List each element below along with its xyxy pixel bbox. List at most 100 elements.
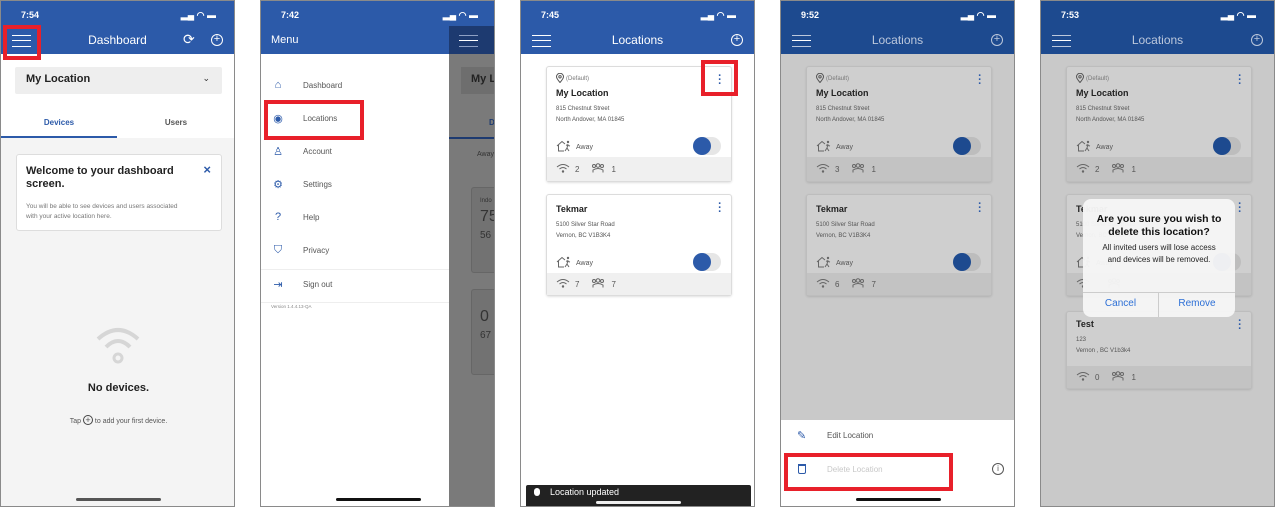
location-pin-icon: [1075, 72, 1085, 85]
away-label: Away: [1096, 143, 1113, 151]
wifi-icon: [1076, 163, 1090, 175]
menu-item-settings[interactable]: ⚙ Settings: [271, 174, 441, 194]
away-icon: [556, 256, 572, 270]
location-card[interactable]: · · · Test 123 Vernon , BC V1b3k4 0 1: [1066, 311, 1252, 389]
tile-temp: 75: [480, 208, 494, 225]
add-circle-icon[interactable]: +: [211, 34, 223, 46]
home-icon: ⌂: [274, 79, 282, 91]
toggle-knob: [693, 253, 711, 271]
add-circle-icon: +: [82, 415, 93, 425]
toggle-knob: [953, 137, 971, 155]
status-time: 7:54: [21, 10, 40, 20]
cancel-button[interactable]: Cancel: [1083, 292, 1159, 317]
address-line: 815 Chestnut Street: [556, 106, 610, 112]
menu-item-dashboard[interactable]: ⌂ Dashboard: [271, 75, 441, 95]
status-icons: ▂▄ ◠ ▬: [180, 10, 216, 20]
tab-users[interactable]: Users: [117, 111, 234, 138]
page-title: Locations: [611, 33, 664, 47]
card-footer: 21: [547, 157, 731, 181]
user-count: 7: [611, 279, 616, 289]
home-indicator: [336, 498, 421, 501]
menu-item-sign-out[interactable]: ⇥ Sign out: [271, 274, 441, 294]
close-icon[interactable]: ×: [203, 162, 211, 177]
menu-item-label: Sign out: [303, 279, 333, 289]
location-name: Tekmar: [556, 204, 588, 214]
edit-location-item[interactable]: ✎ Edit Location: [781, 426, 1014, 448]
location-card[interactable]: ··· Tekmar 5100 Silver Star Road Vernon, BC…: [806, 194, 992, 296]
away-mode: Away: [556, 140, 593, 154]
menu-item-label: Settings: [303, 179, 332, 189]
device-count: 2: [1095, 164, 1100, 174]
away-toggle[interactable]: [953, 253, 981, 271]
wifi-icon: [816, 278, 830, 290]
drawer-title: Menu: [271, 34, 299, 46]
info-icon[interactable]: i: [992, 463, 1004, 475]
location-card[interactable]: (Default) · · · My Location 815 Chestnut Stre…: [806, 66, 992, 182]
more-options-icon[interactable]: · · ·: [978, 199, 982, 218]
menu-item-label: Help: [303, 212, 320, 222]
location-select[interactable]: My Location ⌄: [15, 67, 222, 94]
status-time: 7:42: [281, 10, 300, 20]
more-options-icon[interactable]: · · ·: [1238, 71, 1242, 90]
screen-dashboard: 7:54 ▂▄ ◠ ▬ Dashboard ⟳ + My Location ⌄ D…: [0, 0, 235, 507]
menu-item-privacy[interactable]: ⛉ Privacy: [271, 240, 441, 260]
welcome-card: Welcome to your dashboard screen. × You …: [16, 154, 222, 231]
address-line: North Andover, MA 01845: [816, 117, 885, 123]
pencil-icon: ✎: [797, 430, 807, 442]
wifi-icon: [96, 328, 140, 364]
menu-item-account[interactable]: ♙ Account: [271, 141, 441, 161]
more-options-icon[interactable]: · · ·: [718, 199, 722, 218]
home-indicator: [76, 498, 161, 501]
away-mode: Away: [816, 256, 853, 270]
sign-out-icon: ⇥: [273, 278, 283, 291]
menu-item-label: Dashboard: [303, 80, 343, 90]
help-icon: ?: [274, 211, 282, 223]
away-label: Away: [836, 259, 853, 267]
dim-tab: D: [489, 118, 495, 127]
dim-location-select: My L: [461, 67, 494, 94]
away-toggle[interactable]: [693, 137, 721, 155]
more-options-icon[interactable]: · · ·: [1238, 316, 1242, 335]
card-footer: 01: [1067, 366, 1251, 388]
away-toggle[interactable]: [1213, 137, 1241, 155]
tab-label: Devices: [43, 118, 75, 127]
screen-menu: My L D Away Indo 75 56 0 67 7:42 ▂▄ ◠ ▬ M…: [260, 0, 495, 507]
drawer-header: Menu: [261, 26, 449, 54]
address-line: 5100 Silver Star Road: [556, 222, 615, 228]
user-count: 1: [871, 164, 876, 174]
location-card[interactable]: (Default) · · · My Location 815 Chestnut Stre…: [1066, 66, 1252, 182]
default-badge: (Default): [1075, 72, 1109, 85]
menu-item-help[interactable]: ? Help: [271, 207, 441, 227]
dim-tile: Indo 75 56: [471, 187, 494, 273]
add-location-icon[interactable]: +: [731, 34, 743, 46]
location-select-value: My Location: [26, 73, 91, 85]
away-label: Away: [836, 143, 853, 151]
away-mode: Away: [1076, 140, 1113, 154]
status-time: 7:45: [541, 10, 560, 20]
tab-devices[interactable]: Devices: [1, 111, 117, 138]
gear-icon: ⚙: [273, 178, 283, 191]
away-toggle[interactable]: [693, 253, 721, 271]
more-options-icon[interactable]: · · ·: [1238, 199, 1242, 218]
location-name: My Location: [1076, 88, 1129, 98]
refresh-icon[interactable]: ⟳: [183, 31, 195, 48]
address-line: North Andover, MA 01845: [1076, 117, 1145, 123]
highlight-box: [701, 60, 738, 96]
users-icon: [1110, 371, 1126, 383]
status-bar: 7:53 ▂▄ ◠ ▬: [1041, 1, 1274, 26]
default-label: (Default): [826, 76, 850, 82]
remove-button[interactable]: Remove: [1159, 292, 1235, 317]
divider: [261, 269, 449, 270]
location-card[interactable]: ··· Tekmar 5100 Silver Star Road Vernon, BC…: [546, 194, 732, 296]
default-badge: (Default): [555, 72, 589, 85]
more-options-icon[interactable]: · · ·: [978, 71, 982, 90]
status-icons: ▂▄ ◠ ▬: [1220, 10, 1256, 20]
divider: [261, 302, 449, 303]
highlight-box: [3, 25, 41, 60]
toggle-knob: [693, 137, 711, 155]
away-toggle[interactable]: [953, 137, 981, 155]
card-footer: 31: [807, 157, 991, 181]
status-icons: ▂▄ ◠ ▬: [960, 10, 996, 20]
away-label: Away: [576, 143, 593, 151]
user-count: 1: [1131, 372, 1136, 382]
